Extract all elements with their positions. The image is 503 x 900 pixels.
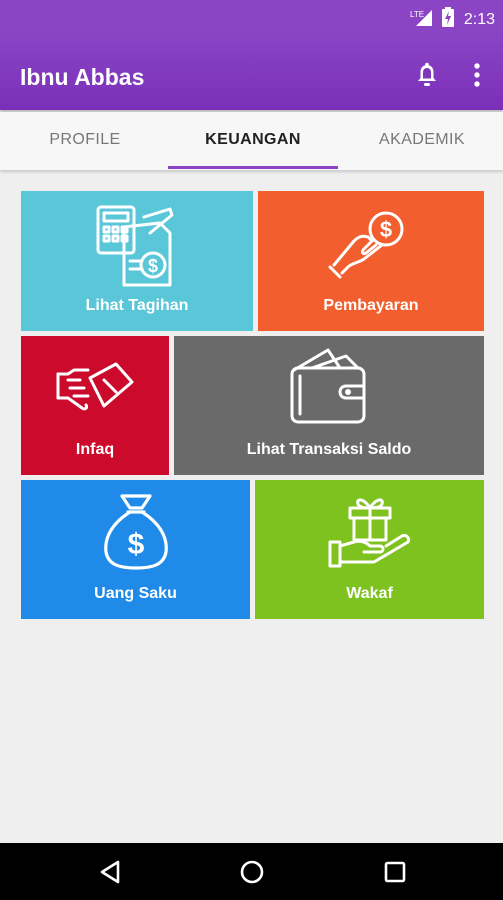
recents-icon[interactable] xyxy=(380,857,410,887)
hand-coin-icon: $ xyxy=(328,211,404,279)
wallet-icon xyxy=(290,348,366,424)
menu-label: Pembayaran xyxy=(323,297,419,314)
menu-tile-infaq[interactable]: Infaq xyxy=(21,336,169,475)
back-icon[interactable] xyxy=(96,857,126,887)
page-title: Ibnu Abbas xyxy=(20,64,145,90)
menu-label: Infaq xyxy=(75,441,115,458)
svg-text:$: $ xyxy=(127,528,144,561)
menu-tile-lihat-transaksi-saldo[interactable]: Lihat Transaksi Saldo xyxy=(174,336,484,475)
menu-label: Wakaf xyxy=(346,585,393,602)
clock: 2:13 xyxy=(463,10,495,28)
network-type: LTE xyxy=(410,10,424,19)
status-icons: LTE 2:13 xyxy=(410,7,495,32)
menu-tile-wakaf[interactable]: Wakaf xyxy=(255,480,484,619)
status-bar: LTE 2:13 xyxy=(0,0,503,34)
menu-label: Uang Saku xyxy=(94,585,177,602)
tab-profile[interactable]: PROFILE xyxy=(0,112,170,168)
tab-keuangan[interactable]: KEUANGAN xyxy=(168,112,338,168)
system-nav-bar xyxy=(0,843,503,900)
menu-tile-pembayaran[interactable]: $ Pembayaran xyxy=(258,191,484,331)
svg-text:$: $ xyxy=(148,256,158,276)
home-icon[interactable] xyxy=(237,857,267,887)
menu-tile-uang-saku[interactable]: $ Uang Saku xyxy=(21,480,250,619)
more-vert-icon[interactable] xyxy=(470,63,484,87)
bell-icon[interactable] xyxy=(415,62,439,88)
money-bag-icon: $ xyxy=(103,494,168,570)
app-bar: Ibnu Abbas xyxy=(0,34,503,110)
handshake-icon xyxy=(56,362,134,411)
menu-label: Lihat Tagihan xyxy=(85,297,189,314)
menu-tile-lihat-tagihan[interactable]: $ Lihat Tagihan xyxy=(21,191,253,331)
bill-calculator-icon: $ xyxy=(96,205,174,287)
menu-label: Lihat Transaksi Saldo xyxy=(246,441,412,458)
tab-akademik[interactable]: AKADEMIK xyxy=(337,112,503,168)
battery-icon xyxy=(441,7,454,32)
tab-indicator xyxy=(168,166,338,169)
svg-text:$: $ xyxy=(380,217,392,242)
gift-hand-icon xyxy=(328,498,410,568)
tab-bar: PROFILE KEUANGAN AKADEMIK xyxy=(0,112,503,170)
signal-icon: LTE xyxy=(410,8,432,31)
